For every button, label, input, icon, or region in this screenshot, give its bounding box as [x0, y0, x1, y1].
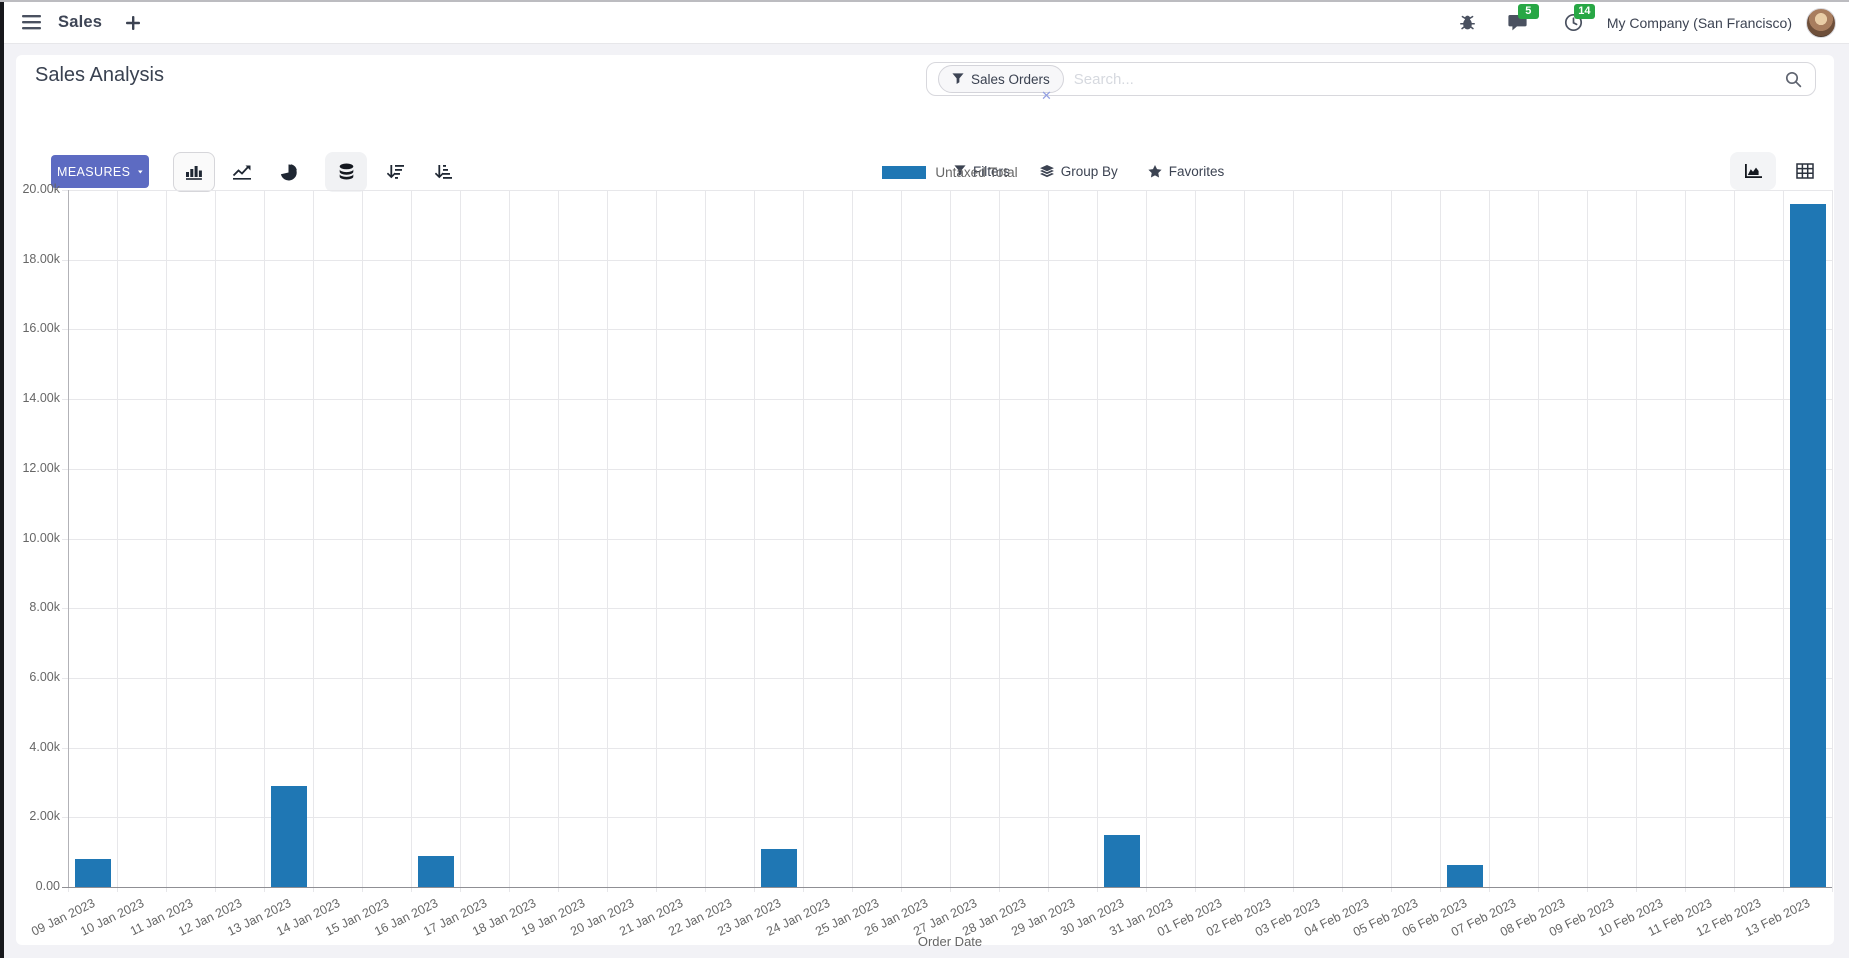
plus-icon[interactable]	[120, 10, 146, 36]
y-gridline	[62, 259, 1832, 261]
messages-badge: 5	[1517, 3, 1539, 19]
x-gridline	[754, 190, 755, 892]
bar[interactable]	[417, 855, 454, 887]
y-tick-label: 8.00k	[29, 600, 60, 615]
bar[interactable]	[760, 849, 797, 887]
x-gridline	[1342, 190, 1343, 892]
x-gridline	[1587, 190, 1588, 892]
y-tick-label: 18.00k	[22, 251, 60, 266]
y-gridline	[62, 677, 1832, 679]
x-gridline	[1293, 190, 1294, 892]
x-gridline	[558, 190, 559, 892]
x-gridline	[1048, 190, 1049, 892]
x-gridline	[117, 190, 118, 892]
bar[interactable]	[74, 859, 111, 887]
x-gridline	[1440, 190, 1441, 892]
company-switcher[interactable]: My Company (San Francisco)	[1607, 15, 1792, 31]
chart-legend[interactable]: Untaxed Total	[68, 165, 1832, 180]
x-gridline	[999, 190, 1000, 892]
y-gridline	[62, 468, 1832, 470]
bar[interactable]	[1789, 203, 1826, 887]
main-panel: Sales Analysis Sales Orders ✕ Search... …	[16, 55, 1834, 949]
debug-bug-icon[interactable]	[1455, 10, 1481, 36]
x-axis-title: Order Date	[917, 934, 983, 949]
activities-badge: 14	[1573, 3, 1595, 19]
x-gridline	[1538, 190, 1539, 892]
y-gridline	[62, 747, 1832, 749]
y-tick-label: 14.00k	[22, 391, 60, 406]
y-gridline	[62, 608, 1832, 610]
y-tick-label: 12.00k	[22, 460, 60, 475]
messages-icon[interactable]: 5	[1505, 3, 1539, 36]
y-tick-label: 20.00k	[22, 182, 60, 196]
x-axis-line	[62, 887, 1832, 888]
legend-label: Untaxed Total	[935, 165, 1018, 180]
y-gridline	[62, 817, 1832, 819]
y-gridline	[62, 399, 1832, 401]
activities-clock-icon[interactable]: 14	[1561, 3, 1595, 36]
search-box[interactable]: Sales Orders ✕ Search...	[926, 62, 1816, 102]
search-placeholder[interactable]: Search...	[1074, 71, 1134, 88]
x-gridline	[1244, 190, 1245, 892]
x-gridline	[460, 190, 461, 892]
y-tick-label: 0.00	[35, 879, 60, 893]
x-gridline	[950, 190, 951, 892]
x-gridline	[656, 190, 657, 892]
x-gridline	[1636, 190, 1637, 892]
facet-label: Sales Orders	[971, 71, 1050, 87]
y-tick-label: 6.00k	[29, 669, 60, 684]
y-tick-label: 10.00k	[22, 530, 60, 545]
y-gridline	[62, 538, 1832, 540]
x-gridline	[264, 190, 265, 892]
bar[interactable]	[1103, 834, 1140, 887]
x-gridline	[1685, 190, 1686, 892]
screen: Sales 5 14 My Company (San Francisco) Sa…	[0, 0, 1849, 958]
app-menu-sales[interactable]: Sales	[58, 13, 102, 32]
navbar: Sales 5 14 My Company (San Francisco)	[0, 2, 1849, 44]
bar[interactable]	[1446, 864, 1483, 887]
x-gridline	[1734, 190, 1735, 892]
x-gridline	[607, 190, 608, 892]
x-gridline	[411, 190, 412, 892]
x-gridline	[362, 190, 363, 892]
y-tick-label: 4.00k	[29, 739, 60, 754]
hamburger-menu-icon[interactable]	[18, 10, 44, 36]
x-gridline	[313, 190, 314, 892]
y-gridline	[62, 329, 1832, 331]
bar[interactable]	[270, 785, 307, 887]
x-gridline	[166, 190, 167, 892]
x-gridline	[1097, 190, 1098, 892]
y-tick-label: 2.00k	[29, 809, 60, 824]
user-avatar[interactable]	[1806, 7, 1836, 38]
y-gridline	[62, 190, 1832, 191]
top-hairline	[0, 0, 1849, 2]
x-gridline	[1195, 190, 1196, 892]
x-gridline	[1146, 190, 1147, 892]
x-gridline	[1783, 190, 1784, 892]
filter-funnel-icon	[952, 73, 964, 85]
x-gridline	[1391, 190, 1392, 892]
facet-remove-icon[interactable]: ✕	[1041, 89, 1052, 102]
x-gridline	[901, 190, 902, 892]
y-axis-line	[68, 190, 69, 887]
x-gridline	[1489, 190, 1490, 892]
x-gridline	[215, 190, 216, 892]
x-gridline	[803, 190, 804, 892]
page-title: Sales Analysis	[35, 64, 164, 86]
y-tick-label: 16.00k	[22, 321, 60, 336]
x-gridline	[509, 190, 510, 892]
x-gridline	[705, 190, 706, 892]
x-gridline	[852, 190, 853, 892]
x-gridline	[1832, 190, 1833, 892]
legend-swatch	[882, 166, 927, 179]
search-icon[interactable]	[1785, 71, 1802, 88]
screen-left-edge	[0, 0, 4, 958]
